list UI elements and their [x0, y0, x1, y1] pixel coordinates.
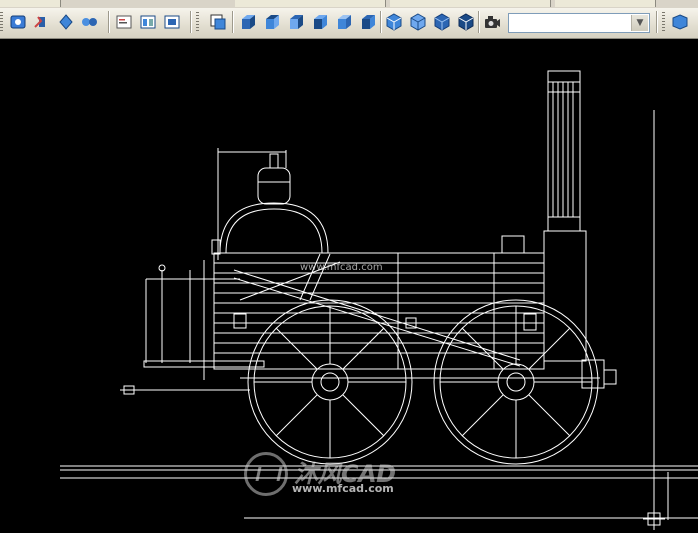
rear-wheel — [247, 299, 413, 465]
front-view-button[interactable] — [334, 12, 354, 32]
ne-iso-view-icon — [434, 13, 450, 31]
front-wheel — [433, 299, 599, 465]
chevron-down-icon[interactable]: ▼ — [631, 15, 648, 31]
nw-iso-view-icon — [458, 13, 474, 31]
viewpoint-icon — [82, 18, 97, 26]
watermark-url-top: www.mfcad.com — [300, 262, 383, 273]
pan-button[interactable] — [32, 12, 52, 32]
strip-tab[interactable] — [235, 0, 386, 7]
camera-button[interactable] — [482, 12, 502, 32]
view-select-combo[interactable]: ▼ — [508, 13, 650, 33]
orbit-icon — [10, 15, 26, 29]
tool-palette-button[interactable] — [162, 12, 182, 32]
right-view-icon — [314, 15, 327, 29]
camera-icon — [485, 16, 500, 28]
strip-tab[interactable] — [390, 0, 551, 7]
nw-iso-view-button[interactable] — [456, 12, 476, 32]
mfcad-logo-icon — [244, 452, 288, 496]
view-toolbar: ▼ — [0, 8, 698, 39]
watermark-url: www.mfcad.com — [292, 482, 394, 495]
bottom-view-button[interactable] — [262, 12, 282, 32]
bottom-view-icon — [266, 15, 279, 29]
cube-icon — [672, 14, 688, 30]
toolbar-grip[interactable] — [196, 12, 199, 32]
named-views-button[interactable] — [208, 12, 228, 32]
top-view-icon — [242, 15, 255, 29]
design-center-button[interactable] — [138, 12, 158, 32]
named-views-icon — [210, 14, 226, 30]
zoom-extents-icon — [59, 14, 73, 30]
back-view-icon — [362, 15, 375, 29]
sw-iso-view-icon — [386, 13, 402, 31]
properties-button[interactable] — [114, 12, 134, 32]
tool-palette-icon — [164, 15, 180, 29]
watermark: 沐风CAD www.mfcad.com — [240, 452, 420, 500]
viewpoint-button[interactable] — [80, 12, 100, 32]
ne-iso-view-button[interactable] — [432, 12, 452, 32]
top-view-button[interactable] — [238, 12, 258, 32]
orbit-button[interactable] — [8, 12, 28, 32]
zoom-extents-button[interactable] — [56, 12, 76, 32]
pan-icon — [34, 16, 45, 28]
design-center-icon — [140, 15, 156, 29]
strip-tab[interactable] — [0, 0, 61, 7]
se-iso-view-button[interactable] — [408, 12, 428, 32]
toolbar-grip[interactable] — [0, 12, 3, 32]
back-view-button[interactable] — [358, 12, 378, 32]
left-view-button[interactable] — [286, 12, 306, 32]
sw-iso-view-button[interactable] — [384, 12, 404, 32]
extra-toolbar-button[interactable] — [670, 12, 690, 32]
left-view-icon — [290, 15, 303, 29]
properties-icon — [116, 15, 132, 29]
se-iso-view-icon — [410, 13, 426, 31]
strip-tab[interactable] — [555, 0, 656, 7]
front-view-icon — [338, 15, 351, 29]
toolbar-grip[interactable] — [662, 12, 665, 32]
right-view-button[interactable] — [310, 12, 330, 32]
